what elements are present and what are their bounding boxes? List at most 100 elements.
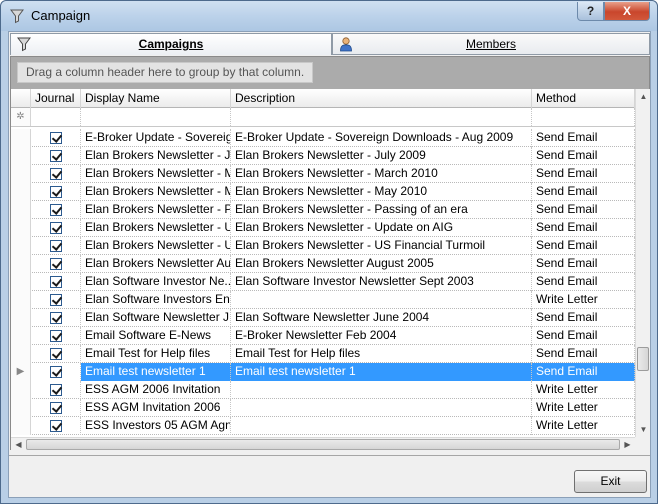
scroll-down-arrow-icon[interactable]: ▼ (636, 422, 651, 437)
journal-cell[interactable] (31, 147, 81, 165)
journal-cell[interactable] (31, 219, 81, 237)
journal-checkbox[interactable] (50, 366, 62, 378)
row-indicator[interactable] (11, 165, 31, 183)
row-indicator[interactable] (11, 147, 31, 165)
journal-cell[interactable] (31, 165, 81, 183)
journal-cell[interactable] (31, 129, 81, 147)
display-name-cell[interactable]: Email test newsletter 1 (81, 363, 231, 381)
scroll-left-arrow-icon[interactable]: ◀ (11, 437, 26, 452)
method-cell[interactable]: Send Email (532, 219, 635, 237)
method-cell[interactable]: Send Email (532, 255, 635, 273)
column-header-journal[interactable]: Journal (31, 89, 81, 108)
journal-checkbox[interactable] (50, 186, 62, 198)
title-bar[interactable]: Campaign ? X (1, 1, 657, 31)
vertical-scrollbar[interactable]: ▲ ▼ (635, 89, 650, 437)
method-cell[interactable]: Send Email (532, 147, 635, 165)
journal-checkbox[interactable] (50, 384, 62, 396)
display-name-cell[interactable]: Elan Brokers Newsletter - U... (81, 237, 231, 255)
display-name-cell[interactable]: Elan Brokers Newsletter - J... (81, 147, 231, 165)
table-row[interactable]: Elan Brokers Newsletter - P... Elan Broke… (11, 201, 635, 219)
table-row[interactable]: Elan Software Investor Ne... Elan Softwar… (11, 273, 635, 291)
table-row[interactable]: ESS AGM Invitation 2006 Write Letter (11, 399, 635, 417)
journal-cell[interactable] (31, 417, 81, 435)
method-cell[interactable]: Send Email (532, 327, 635, 345)
row-indicator[interactable] (11, 219, 31, 237)
journal-cell[interactable] (31, 363, 81, 381)
journal-checkbox[interactable] (50, 168, 62, 180)
description-cell[interactable] (231, 381, 532, 399)
journal-checkbox[interactable] (50, 276, 62, 288)
tab-campaigns[interactable]: Campaigns (10, 33, 332, 55)
table-row[interactable]: Elan Brokers Newsletter Au... Elan Broker… (11, 255, 635, 273)
display-name-cell[interactable]: Elan Software Newsletter J... (81, 309, 231, 327)
display-name-cell[interactable]: Elan Brokers Newsletter Au... (81, 255, 231, 273)
display-name-cell[interactable]: Elan Brokers Newsletter - M... (81, 183, 231, 201)
row-indicator[interactable] (11, 327, 31, 345)
display-name-cell[interactable]: ESS AGM 2006 Invitation (81, 381, 231, 399)
journal-cell[interactable] (31, 201, 81, 219)
journal-cell[interactable] (31, 327, 81, 345)
description-cell[interactable]: Elan Software Investor Newsletter Sept 2… (231, 273, 532, 291)
table-row[interactable]: ESS Investors 05 AGM Agn... Write Letter (11, 417, 635, 435)
new-row-description-cell[interactable] (231, 108, 532, 126)
description-cell[interactable]: Email test newsletter 1 (231, 363, 532, 381)
method-cell[interactable]: Send Email (532, 273, 635, 291)
description-cell[interactable]: E-Broker Update - Sovereign Downloads - … (231, 129, 532, 147)
help-button[interactable]: ? (577, 2, 604, 21)
method-cell[interactable]: Send Email (532, 345, 635, 363)
journal-checkbox[interactable] (50, 402, 62, 414)
description-cell[interactable]: Elan Brokers Newsletter - Update on AIG (231, 219, 532, 237)
journal-checkbox[interactable] (50, 294, 62, 306)
description-cell[interactable]: Elan Brokers Newsletter August 2005 (231, 255, 532, 273)
horizontal-scrollbar[interactable]: ◀ ▶ (11, 437, 635, 450)
display-name-cell[interactable]: Email Test for Help files (81, 345, 231, 363)
journal-cell[interactable] (31, 345, 81, 363)
display-name-cell[interactable]: ESS AGM Invitation 2006 (81, 399, 231, 417)
new-row-name-cell[interactable] (81, 108, 231, 126)
display-name-cell[interactable]: E-Broker Update - Sovereig... (81, 129, 231, 147)
row-indicator[interactable] (11, 291, 31, 309)
tab-members[interactable]: Members (332, 33, 650, 55)
table-row[interactable]: Elan Brokers Newsletter - J... Elan Broke… (11, 147, 635, 165)
table-row[interactable]: Email Test for Help files Email Test for … (11, 345, 635, 363)
journal-checkbox[interactable] (50, 330, 62, 342)
journal-checkbox[interactable] (50, 132, 62, 144)
journal-checkbox[interactable] (50, 258, 62, 270)
table-row[interactable]: Elan Brokers Newsletter - U... Elan Broke… (11, 219, 635, 237)
journal-cell[interactable] (31, 273, 81, 291)
row-indicator[interactable] (11, 399, 31, 417)
description-cell[interactable] (231, 417, 532, 435)
display-name-cell[interactable]: Elan Brokers Newsletter - P... (81, 201, 231, 219)
display-name-cell[interactable]: Elan Software Investors En... (81, 291, 231, 309)
journal-checkbox[interactable] (50, 348, 62, 360)
new-row-journal-cell[interactable] (31, 108, 81, 126)
display-name-cell[interactable]: Elan Brokers Newsletter - M... (81, 165, 231, 183)
description-cell[interactable]: Elan Brokers Newsletter - July 2009 (231, 147, 532, 165)
display-name-cell[interactable]: Elan Brokers Newsletter - U... (81, 219, 231, 237)
description-cell[interactable]: Elan Brokers Newsletter - May 2010 (231, 183, 532, 201)
journal-cell[interactable] (31, 291, 81, 309)
method-cell[interactable]: Send Email (532, 183, 635, 201)
description-cell[interactable]: Elan Brokers Newsletter - Passing of an … (231, 201, 532, 219)
display-name-cell[interactable]: Email Software E-News (81, 327, 231, 345)
table-row[interactable]: Elan Software Newsletter J... Elan Softwa… (11, 309, 635, 327)
description-cell[interactable] (231, 399, 532, 417)
vertical-scroll-thumb[interactable] (637, 347, 649, 371)
display-name-cell[interactable]: Elan Software Investor Ne... (81, 273, 231, 291)
method-cell[interactable]: Write Letter (532, 399, 635, 417)
table-row[interactable]: Elan Brokers Newsletter - U... Elan Broke… (11, 237, 635, 255)
journal-cell[interactable] (31, 255, 81, 273)
display-name-cell[interactable]: ESS Investors 05 AGM Agn... (81, 417, 231, 435)
journal-cell[interactable] (31, 237, 81, 255)
row-indicator[interactable]: ▶ (11, 363, 31, 381)
row-indicator[interactable] (11, 255, 31, 273)
journal-checkbox[interactable] (50, 420, 62, 432)
table-row[interactable]: Elan Brokers Newsletter - M... Elan Broke… (11, 183, 635, 201)
column-header-description[interactable]: Description (231, 89, 532, 108)
table-row[interactable]: Email Software E-News E-Broker Newsletter… (11, 327, 635, 345)
description-cell[interactable]: Elan Software Newsletter June 2004 (231, 309, 532, 327)
row-indicator[interactable] (11, 129, 31, 147)
table-row[interactable]: ▶ Email test newsletter 1 Email test newsl… (11, 363, 635, 381)
journal-cell[interactable] (31, 399, 81, 417)
method-cell[interactable]: Send Email (532, 309, 635, 327)
